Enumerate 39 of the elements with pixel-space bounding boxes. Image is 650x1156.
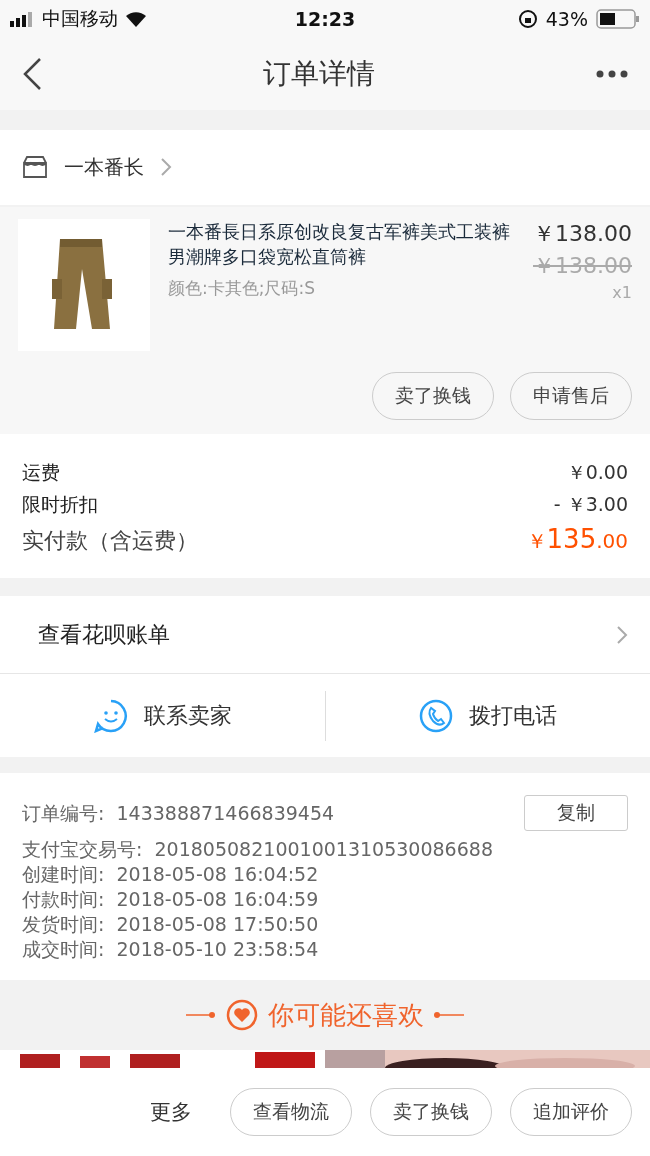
info-text: 订单编号: 143388871466839454	[22, 800, 335, 826]
back-icon[interactable]	[22, 56, 42, 91]
chevron-right-icon	[616, 624, 628, 645]
divider-dot-icon	[434, 1012, 464, 1019]
copy-button[interactable]: 复制	[524, 795, 628, 832]
info-text: 发货时间: 2018-05-08 17:50:50	[22, 912, 319, 938]
battery-icon	[596, 8, 640, 29]
section-title: 你可能还喜欢	[268, 998, 424, 1032]
product-title[interactable]: 一本番長日系原创改良复古军裤美式工装裤男潮牌多口袋宽松直筒裤	[168, 218, 515, 269]
divider-dot-icon	[186, 1012, 216, 1019]
huabei-bill-row[interactable]: 查看花呗账单	[0, 596, 650, 674]
wifi-icon	[124, 9, 148, 28]
call-button[interactable]: 拨打电话	[325, 690, 650, 741]
chat-icon	[93, 698, 128, 733]
fee-label: 实付款（含运费）	[22, 527, 198, 556]
original-price: ￥138.00	[533, 251, 632, 280]
shop-icon	[22, 155, 48, 180]
info-text: 付款时间: 2018-05-08 16:04:59	[22, 887, 319, 913]
battery-percent: 43%	[545, 7, 588, 30]
fee-label: 运费	[22, 460, 60, 486]
carrier-name: 中国移动	[42, 5, 118, 31]
product-quantity: x1	[612, 282, 632, 302]
info-text: 支付宝交易号: 2018050821001001310530086688	[22, 837, 493, 863]
more-icon[interactable]	[596, 69, 628, 78]
store-name[interactable]: 一本番长	[64, 153, 144, 181]
product-price: ￥138.00	[533, 219, 632, 248]
product-sku: 颜色:卡其色;尺码:S	[168, 276, 316, 300]
info-text: 成交时间: 2018-05-10 23:58:54	[22, 937, 319, 963]
page-title: 订单详情	[263, 55, 375, 92]
rotation-lock-icon	[517, 8, 538, 29]
total-amount: ￥135.00	[526, 524, 628, 556]
info-text: 创建时间: 2018-05-08 16:04:52	[22, 862, 319, 888]
more-link[interactable]: 更多	[150, 1098, 192, 1127]
fee-value: ￥0.00	[566, 460, 628, 486]
fee-label: 限时折扣	[22, 492, 98, 518]
fee-value: - ￥3.00	[553, 492, 628, 518]
phone-icon	[419, 698, 453, 733]
contact-seller-button[interactable]: 联系卖家	[0, 690, 325, 741]
clock-time: 12:23	[294, 7, 356, 30]
